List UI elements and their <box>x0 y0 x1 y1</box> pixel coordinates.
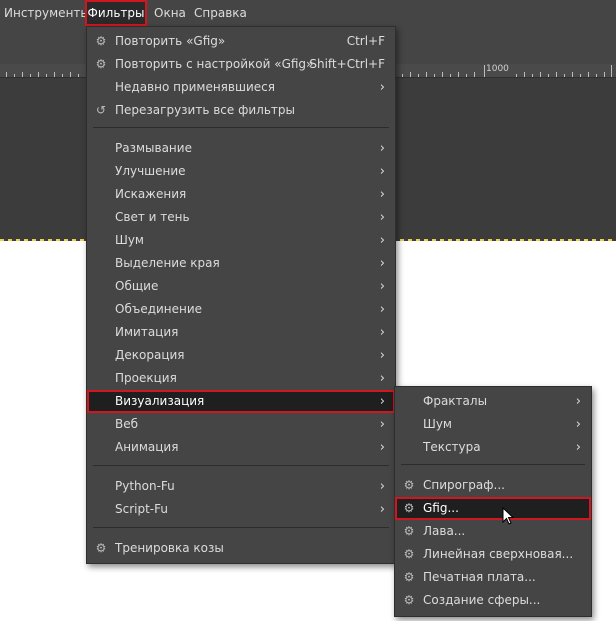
gear-icon: ⚙ <box>403 478 415 492</box>
category-animation[interactable]: Анимация › <box>87 436 395 459</box>
menu-tools[interactable]: Инструменты <box>4 0 90 26</box>
gear-icon: ⚙ <box>403 570 415 584</box>
category-noise[interactable]: Шум › <box>87 229 395 252</box>
category-distorts[interactable]: Искажения › <box>87 183 395 206</box>
render-fractals[interactable]: Фракталы › <box>395 390 591 413</box>
category-light-shadow[interactable]: Свет и тень › <box>87 206 395 229</box>
reload-icon: ↺ <box>95 103 107 117</box>
render-spyrogimp[interactable]: ⚙ Спирограф... <box>395 474 591 497</box>
gear-icon: ⚙ <box>95 541 107 555</box>
menu-help[interactable]: Справка <box>194 0 247 26</box>
menu-windows[interactable]: Окна <box>154 0 186 26</box>
script-fu-submenu[interactable]: Script-Fu › <box>87 498 395 521</box>
chevron-right-icon: › <box>379 187 385 202</box>
chevron-right-icon: › <box>379 371 385 386</box>
menu-bar: Инструменты Фильтры Окна Справка <box>0 0 616 26</box>
mouse-pointer-icon <box>502 507 515 525</box>
category-edge-detect[interactable]: Выделение края › <box>87 252 395 275</box>
reset-all-filters[interactable]: ↺ Перезагрузить все фильтры <box>87 99 395 122</box>
recently-used-submenu[interactable]: Недавно применявшиеся › <box>87 76 395 99</box>
chevron-right-icon: › <box>575 394 581 409</box>
repeat-last-filter[interactable]: ⚙ Повторить «Gfig» Ctrl+F <box>87 30 395 53</box>
render-sphere-designer[interactable]: ⚙ Создание сферы... <box>395 589 591 612</box>
chevron-right-icon: › <box>379 394 385 409</box>
chevron-right-icon: › <box>379 233 385 248</box>
chevron-right-icon: › <box>379 279 385 294</box>
category-blur[interactable]: Размывание › <box>87 137 395 160</box>
chevron-right-icon: › <box>379 164 385 179</box>
gear-icon: ⚙ <box>403 524 415 538</box>
chevron-right-icon: › <box>575 440 581 455</box>
chevron-right-icon: › <box>379 256 385 271</box>
chevron-right-icon: › <box>379 348 385 363</box>
filters-menu: ⚙ Повторить «Gfig» Ctrl+F ⚙ Повторить с … <box>86 26 396 564</box>
menu-filters[interactable]: Фильтры <box>85 0 147 26</box>
category-generic[interactable]: Общие › <box>87 275 395 298</box>
render-lava[interactable]: ⚙ Лава... <box>395 520 591 543</box>
chevron-right-icon: › <box>379 325 385 340</box>
gear-icon: ⚙ <box>403 593 415 607</box>
render-submenu: Фракталы › Шум › Текстура › ⚙ Спирограф... ⚙… <box>394 386 592 617</box>
chevron-right-icon: › <box>379 210 385 225</box>
chevron-right-icon: › <box>379 417 385 432</box>
chevron-right-icon: › <box>379 141 385 156</box>
category-render[interactable]: Визуализация › <box>87 390 395 413</box>
separator <box>93 527 389 528</box>
category-enhance[interactable]: Улучшение › <box>87 160 395 183</box>
gear-settings-icon: ⚙ <box>95 57 107 71</box>
chevron-right-icon: › <box>379 302 385 317</box>
chevron-right-icon: › <box>379 479 385 494</box>
category-web[interactable]: Веб › <box>87 413 395 436</box>
render-noise[interactable]: Шум › <box>395 413 591 436</box>
category-combine[interactable]: Объединение › <box>87 298 395 321</box>
gear-icon: ⚙ <box>403 501 415 515</box>
category-map[interactable]: Проекция › <box>87 367 395 390</box>
render-circuit[interactable]: ⚙ Печатная плата... <box>395 566 591 589</box>
render-gfig[interactable]: ⚙ Gfig... <box>395 497 591 520</box>
goat-exercise[interactable]: ⚙ Тренировка козы <box>87 537 395 560</box>
gear-icon: ⚙ <box>95 34 107 48</box>
separator <box>93 127 389 128</box>
chevron-right-icon: › <box>379 440 385 455</box>
chevron-right-icon: › <box>379 80 385 95</box>
separator <box>401 464 585 465</box>
chevron-right-icon: › <box>575 417 581 432</box>
reshow-last-filter[interactable]: ⚙ Повторить с настройкой «Gfig» Shift+Ct… <box>87 53 395 76</box>
gear-icon: ⚙ <box>403 547 415 561</box>
separator <box>93 465 389 466</box>
ruler-label: 1000 <box>486 64 509 74</box>
chevron-right-icon: › <box>379 502 385 517</box>
render-supernova[interactable]: ⚙ Линейная сверхновая... <box>395 543 591 566</box>
category-decor[interactable]: Декорация › <box>87 344 395 367</box>
python-fu-submenu[interactable]: Python-Fu › <box>87 475 395 498</box>
render-pattern[interactable]: Текстура › <box>395 436 591 459</box>
category-artistic[interactable]: Имитация › <box>87 321 395 344</box>
